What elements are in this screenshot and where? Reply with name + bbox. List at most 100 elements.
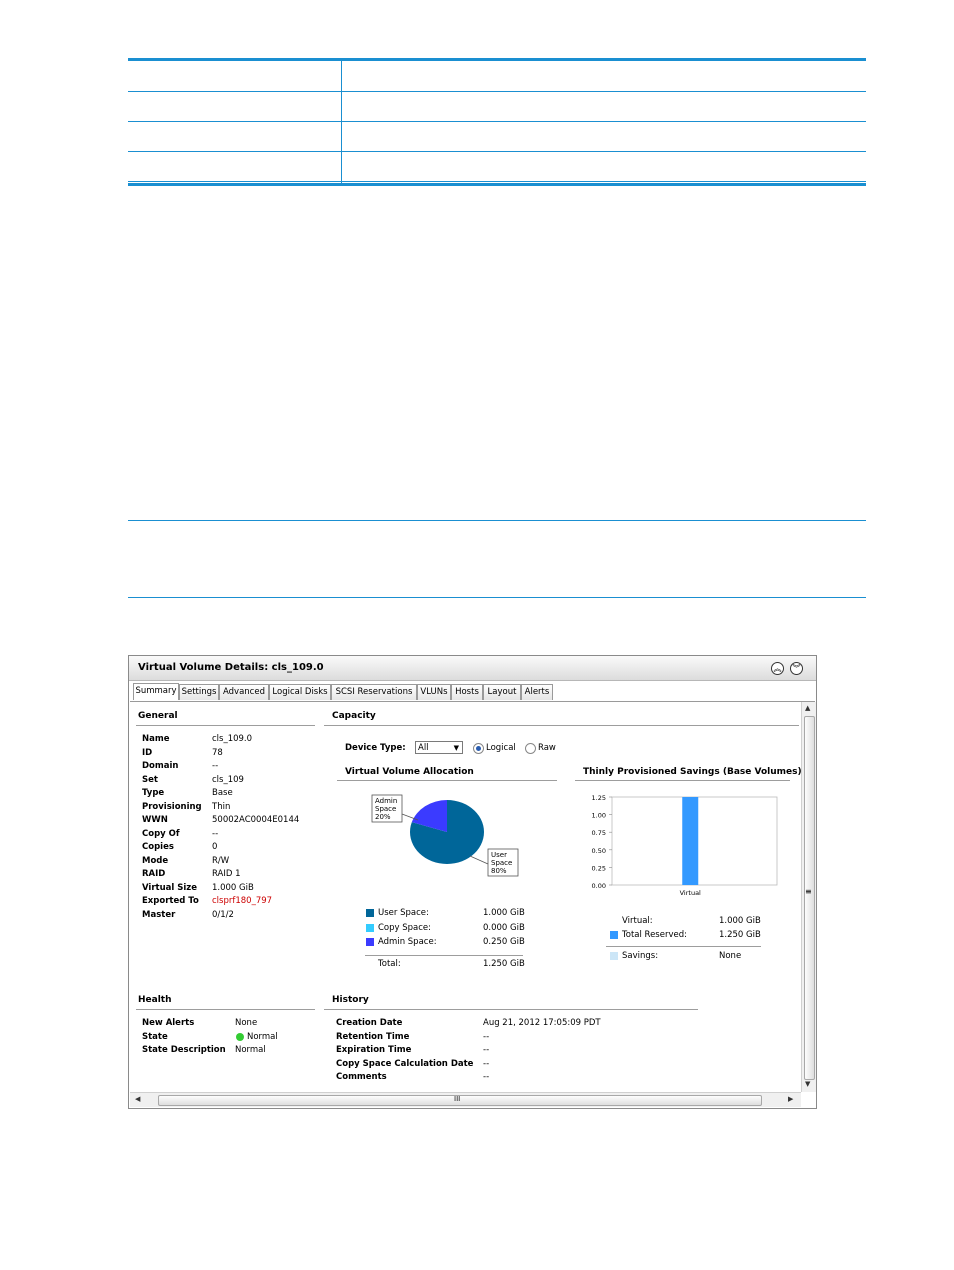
- savings-value: 1.000 GiB: [719, 916, 761, 926]
- general-label: Domain: [142, 761, 179, 771]
- tab-scsi-reservations[interactable]: SCSI Reservations: [331, 684, 417, 700]
- general-value: Thin: [212, 801, 231, 812]
- tab-layout[interactable]: Layout: [483, 684, 521, 700]
- savings-label: Total Reserved:: [622, 930, 687, 940]
- savings-title: Thinly Provisioned Savings (Base Volumes…: [583, 767, 802, 777]
- total-value: 1.250 GiB: [483, 959, 525, 969]
- general-section-title: General: [138, 711, 178, 721]
- divider: [365, 955, 523, 956]
- grip-icon: ≡: [805, 887, 812, 896]
- horizontal-scrollbar[interactable]: ◀ III ▶: [130, 1092, 801, 1107]
- savings-value: 1.250 GiB: [719, 930, 761, 940]
- y-tick-label: 1.00: [592, 812, 606, 820]
- tab-summary[interactable]: Summary: [133, 683, 179, 700]
- savings-label: Savings:: [622, 951, 659, 961]
- health-value: Normal: [235, 1045, 266, 1055]
- x-tick-label: Virtual: [680, 889, 701, 897]
- history-value: Aug 21, 2012 17:05:09 PDT: [483, 1018, 601, 1028]
- health-value: None: [235, 1018, 258, 1028]
- history-label: Retention Time: [336, 1031, 410, 1042]
- y-tick-label: 0.00: [592, 882, 606, 890]
- pie-label-text: Space: [491, 859, 512, 867]
- general-label: Mode: [142, 855, 169, 866]
- allocation-pie-chart: Admin Space 20% UserSpace80%: [371, 794, 519, 877]
- capacity-section-title: Capacity: [332, 711, 376, 721]
- pie-label-user: UserSpace80%: [487, 848, 519, 877]
- divider: [136, 725, 315, 726]
- horizontal-scroll-thumb[interactable]: III: [158, 1095, 762, 1106]
- general-label: WWN: [142, 815, 168, 825]
- general-label: Provisioning: [142, 801, 202, 812]
- general-label: Copies: [142, 842, 174, 852]
- bar-virtual: [682, 797, 699, 885]
- total-label: Total:: [378, 959, 401, 969]
- pie-label-text: 80%: [491, 867, 507, 875]
- vertical-scrollbar[interactable]: ▲ ≡ ▼: [801, 702, 816, 1092]
- history-value: --: [483, 1045, 490, 1055]
- health-label: State: [142, 1031, 168, 1042]
- pie-label-text: Admin: [375, 797, 397, 805]
- note-rule-bottom: [128, 597, 866, 598]
- document-table: [128, 58, 866, 186]
- legend-swatch: [610, 952, 618, 960]
- divider: [324, 725, 799, 726]
- general-value: 50002AC0004E0144: [212, 815, 300, 825]
- legend-value: 0.250 GiB: [483, 937, 525, 947]
- general-label: Master: [142, 909, 176, 920]
- general-value: 0/1/2: [212, 909, 234, 920]
- general-value: --: [212, 761, 219, 771]
- scroll-down-icon[interactable]: ▼: [805, 1080, 810, 1088]
- history-value: --: [483, 1072, 490, 1082]
- scroll-up-icon[interactable]: ▲: [805, 704, 810, 712]
- divider: [136, 1009, 315, 1010]
- legend-label: Copy Space:: [378, 922, 432, 933]
- general-label: Virtual Size: [142, 882, 198, 893]
- table-column-divider: [341, 61, 342, 183]
- legend-swatch: [366, 909, 374, 917]
- divider: [575, 780, 790, 781]
- general-value: R/W: [212, 855, 230, 866]
- divider: [606, 946, 761, 947]
- device-type-value: All: [418, 743, 429, 753]
- pie-label-text: 20%: [375, 813, 391, 821]
- tab-advanced[interactable]: Advanced: [219, 684, 269, 700]
- tab-alerts[interactable]: Alerts: [521, 684, 553, 700]
- window-title: Virtual Volume Details: cls_109.0: [138, 662, 324, 673]
- expand-down-icon[interactable]: ︾: [790, 662, 803, 675]
- summary-panel: General Name cls_109.0 ID 78 Domain -- Set cls_…: [130, 701, 816, 1108]
- table-row: [128, 121, 866, 152]
- grip-icon: III: [454, 1095, 461, 1103]
- pie-label-text: User: [491, 851, 507, 859]
- chevron-down-icon: ▼: [453, 744, 459, 752]
- history-value: --: [483, 1058, 490, 1069]
- scroll-left-icon[interactable]: ◀: [135, 1095, 140, 1103]
- legend-label: User Space:: [378, 908, 429, 918]
- radio-logical[interactable]: [473, 743, 484, 754]
- health-section-title: Health: [138, 995, 172, 1005]
- divider: [337, 780, 557, 781]
- general-value: 1.000 GiB: [212, 882, 254, 893]
- pie-leader-line: [469, 855, 489, 865]
- health-label: State Description: [142, 1045, 226, 1055]
- legend-value: 1.000 GiB: [483, 908, 525, 918]
- device-type-select[interactable]: All ▼: [415, 741, 463, 754]
- collapse-up-icon[interactable]: ︽: [771, 662, 784, 675]
- table-row: [128, 91, 866, 122]
- history-label: Comments: [336, 1072, 387, 1082]
- table-row: [128, 151, 866, 182]
- tab-hosts[interactable]: Hosts: [451, 684, 483, 700]
- tab-vluns[interactable]: VLUNs: [417, 684, 451, 700]
- tab-settings[interactable]: Settings: [179, 684, 219, 700]
- general-value: RAID 1: [212, 869, 241, 879]
- device-type-label: Device Type:: [345, 743, 406, 753]
- general-value[interactable]: clsprf180_797: [212, 896, 272, 906]
- scroll-right-icon[interactable]: ▶: [788, 1095, 793, 1103]
- general-label: Type: [142, 788, 165, 798]
- note-rule-top: [128, 520, 866, 521]
- tab-logical-disks[interactable]: Logical Disks: [269, 684, 331, 700]
- health-value: Normal: [247, 1031, 278, 1042]
- history-label: Creation Date: [336, 1018, 403, 1028]
- vertical-scroll-thumb[interactable]: ≡: [804, 716, 815, 1080]
- radio-raw[interactable]: [525, 743, 536, 754]
- legend-value: 0.000 GiB: [483, 922, 525, 933]
